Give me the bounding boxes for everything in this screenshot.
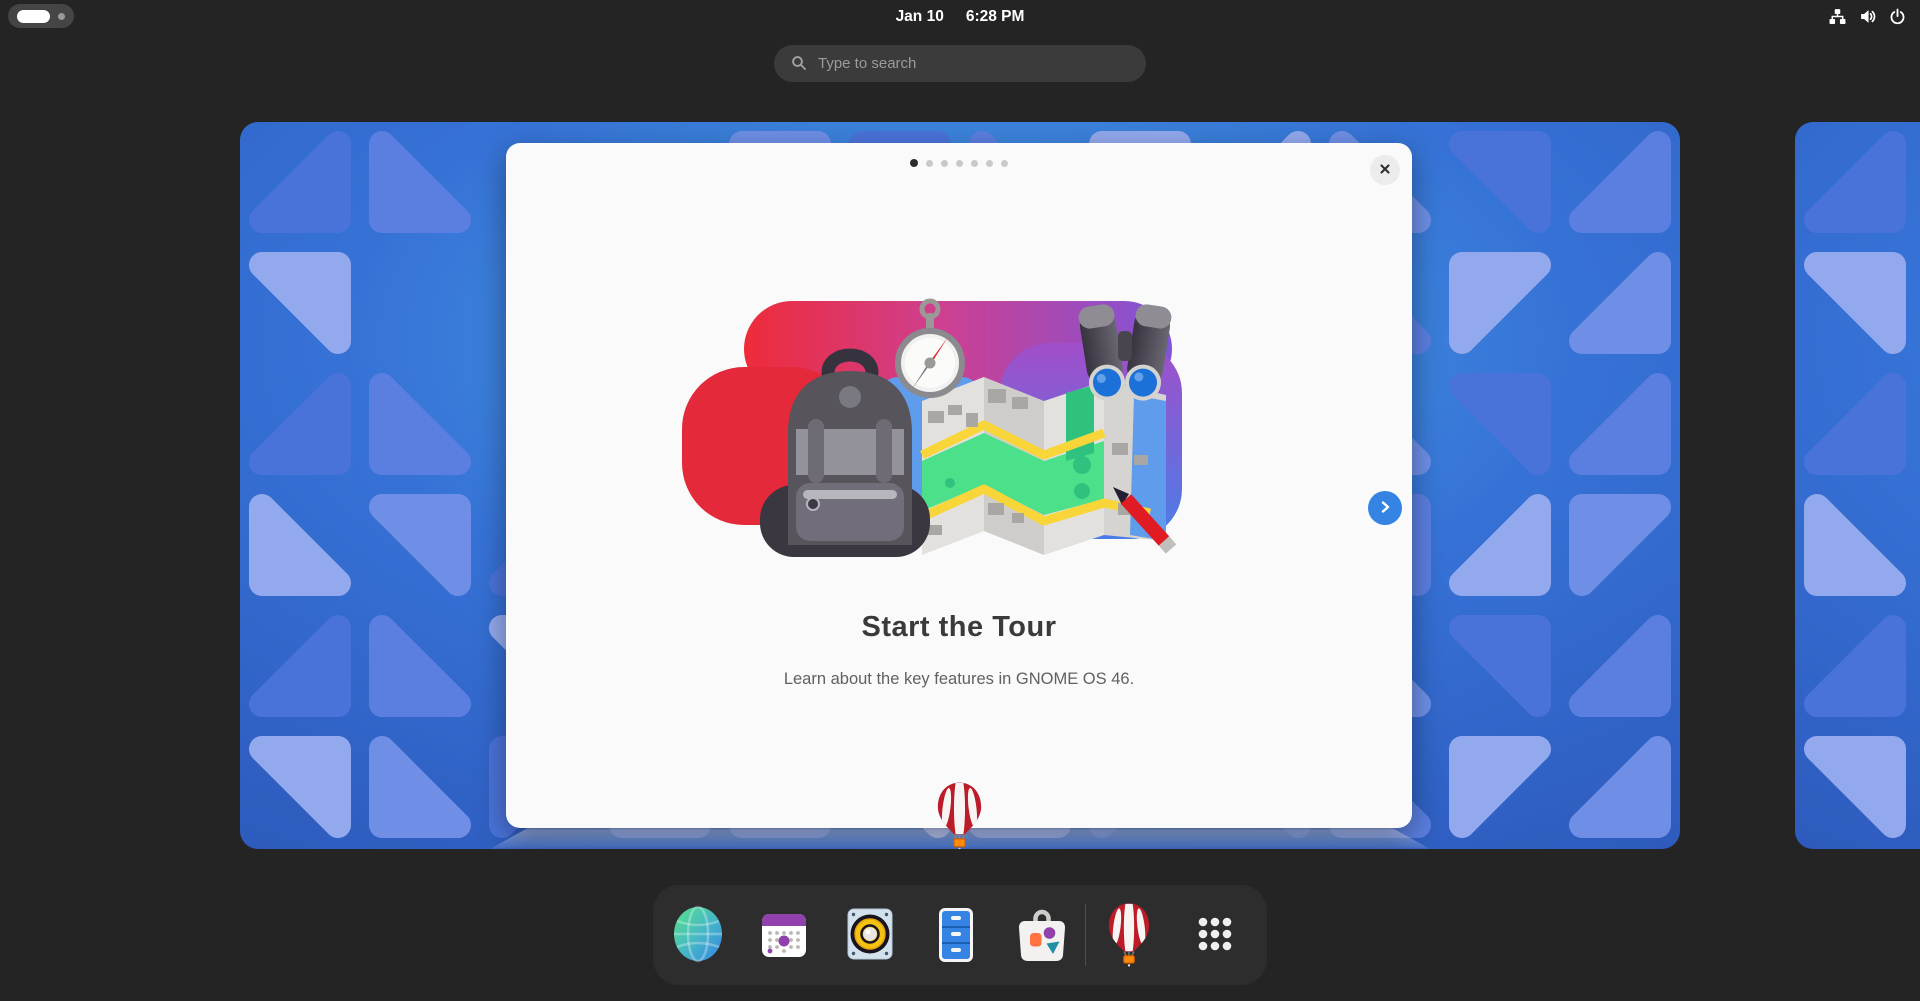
- dock: [653, 885, 1267, 985]
- network-wired-icon: [1829, 8, 1846, 25]
- top-bar: Jan 10 6:28 PM: [0, 0, 1920, 33]
- next-page-button[interactable]: [1368, 491, 1402, 525]
- dock-app-files[interactable]: [927, 906, 985, 964]
- system-status-area[interactable]: [1829, 0, 1906, 33]
- dock-app-tour[interactable]: [1100, 906, 1158, 964]
- chevron-right-icon: [1377, 499, 1393, 518]
- dock-app-software[interactable]: [1013, 906, 1071, 964]
- carousel-dot[interactable]: [926, 160, 933, 167]
- software-bag-icon: [1013, 905, 1071, 966]
- hot-air-balloon-icon: [1104, 901, 1154, 970]
- wallpaper: [1795, 122, 1920, 849]
- speaker-icon: [841, 905, 899, 966]
- file-cabinet-icon: [927, 905, 985, 966]
- dock-app-calendar[interactable]: [755, 906, 813, 964]
- dock-separator: [1085, 904, 1086, 966]
- dock-app-web[interactable]: [669, 906, 727, 964]
- close-icon: [1379, 163, 1391, 178]
- power-icon: [1889, 8, 1906, 25]
- volume-icon: [1859, 8, 1876, 25]
- search-input[interactable]: [774, 45, 1146, 82]
- tour-dialog[interactable]: Start the Tour Learn about the key featu…: [506, 143, 1412, 828]
- calendar-icon: [755, 905, 813, 966]
- search-bar: [774, 45, 1146, 82]
- carousel-dot[interactable]: [941, 160, 948, 167]
- hot-air-balloon-icon: [933, 780, 986, 849]
- tour-illustration: [682, 293, 1212, 568]
- dock-app-music[interactable]: [841, 906, 899, 964]
- carousel-dot[interactable]: [971, 160, 978, 167]
- workspace-preview-2[interactable]: [1795, 122, 1920, 849]
- clock[interactable]: Jan 10 6:28 PM: [0, 0, 1920, 33]
- workspace-preview-1[interactable]: Start the Tour Learn about the key featu…: [240, 122, 1680, 849]
- carousel-dots: [506, 159, 1412, 167]
- show-apps-button[interactable]: [1186, 906, 1244, 964]
- tour-subtitle: Learn about the key features in GNOME OS…: [506, 670, 1412, 689]
- tour-title: Start the Tour: [506, 611, 1412, 644]
- carousel-dot[interactable]: [956, 160, 963, 167]
- clock-date: Jan 10: [896, 8, 944, 26]
- clock-time: 6:28 PM: [966, 8, 1025, 26]
- web-globe-icon: [669, 905, 727, 966]
- close-button[interactable]: [1370, 155, 1400, 185]
- carousel-dot[interactable]: [910, 159, 918, 167]
- app-grid-icon: [1186, 905, 1244, 966]
- carousel-dot[interactable]: [1001, 160, 1008, 167]
- carousel-dot[interactable]: [986, 160, 993, 167]
